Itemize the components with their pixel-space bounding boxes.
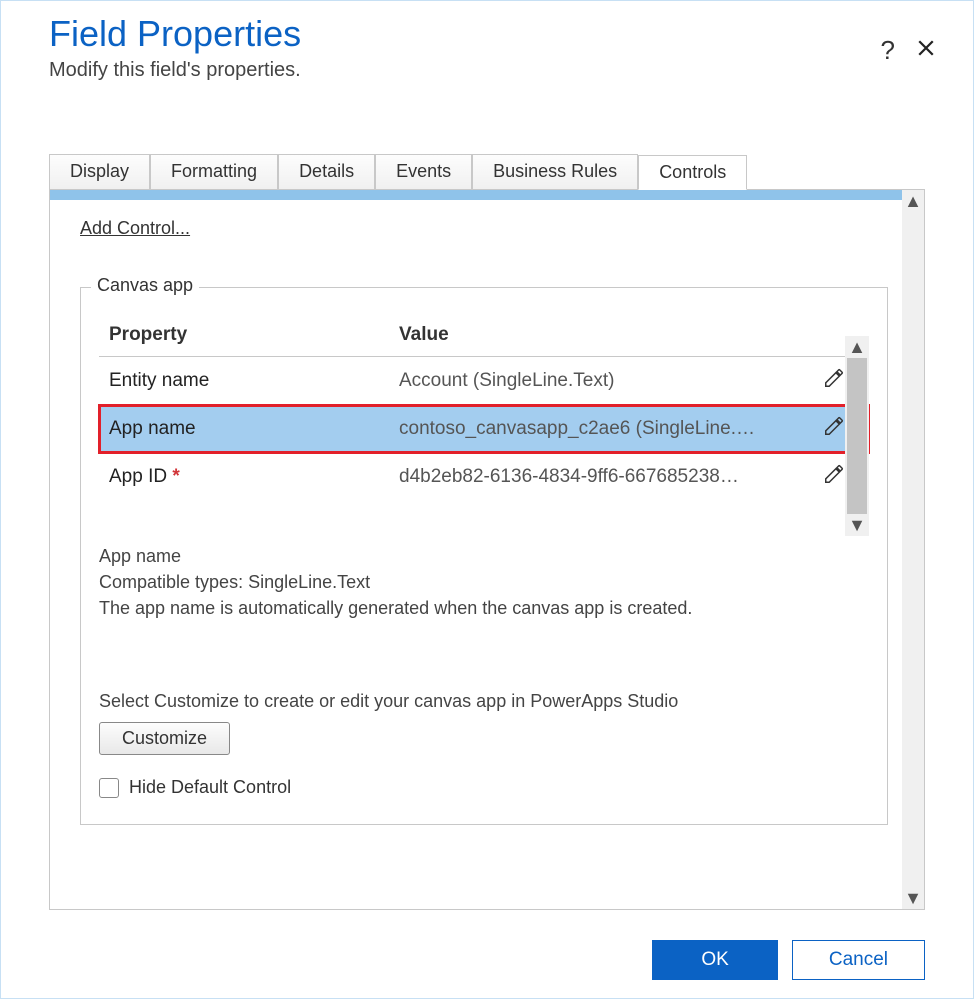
panel-scrollbar[interactable]: ▲ ▼ xyxy=(902,190,924,909)
description-line: The app name is automatically generated … xyxy=(99,595,869,621)
close-icon[interactable] xyxy=(917,39,935,62)
customize-hint: Select Customize to create or edit your … xyxy=(99,691,869,712)
canvas-app-fieldset: Canvas app Property Value Entity name Ac… xyxy=(80,287,888,825)
add-control-link[interactable]: Add Control... xyxy=(80,218,190,238)
dialog-title: Field Properties xyxy=(49,13,925,55)
help-icon[interactable]: ? xyxy=(881,35,895,66)
tab-business-rules[interactable]: Business Rules xyxy=(472,154,638,189)
column-header-value: Value xyxy=(399,324,809,346)
scroll-thumb[interactable] xyxy=(847,358,867,514)
property-name: App name xyxy=(109,418,196,439)
property-value: contoso_canvasapp_c2ae6 (SingleLine.… xyxy=(399,418,809,440)
fieldset-legend: Canvas app xyxy=(91,275,199,296)
scroll-up-icon[interactable]: ▲ xyxy=(902,190,924,212)
column-header-property: Property xyxy=(109,324,399,346)
ok-button[interactable]: OK xyxy=(652,940,777,980)
property-name: App ID xyxy=(109,466,167,487)
dialog-subtitle: Modify this field's properties. xyxy=(49,59,925,82)
tab-display[interactable]: Display xyxy=(49,154,150,189)
tab-formatting[interactable]: Formatting xyxy=(150,154,278,189)
required-asterisk: * xyxy=(172,466,179,487)
customize-button[interactable]: Customize xyxy=(99,722,230,755)
grid-scrollbar[interactable]: ▲ ▼ xyxy=(845,336,869,536)
property-row-entity-name[interactable]: Entity name Account (SingleLine.Text) xyxy=(99,357,869,405)
property-row-app-name[interactable]: App name contoso_canvasapp_c2ae6 (Single… xyxy=(99,405,869,453)
scroll-down-icon[interactable]: ▼ xyxy=(902,887,924,909)
tab-controls[interactable]: Controls xyxy=(638,155,747,190)
property-value: d4b2eb82-6136-4834-9ff6-667685238… xyxy=(399,466,809,488)
tab-details[interactable]: Details xyxy=(278,154,375,189)
selection-bar xyxy=(50,190,902,200)
hide-default-checkbox[interactable] xyxy=(99,778,119,798)
description-title: App name xyxy=(99,543,869,569)
hide-default-label: Hide Default Control xyxy=(129,777,291,798)
property-row-app-id[interactable]: App ID * d4b2eb82-6136-4834-9ff6-6676852… xyxy=(99,453,869,501)
property-value: Account (SingleLine.Text) xyxy=(399,370,809,392)
description-line: Compatible types: SingleLine.Text xyxy=(99,569,869,595)
cancel-button[interactable]: Cancel xyxy=(792,940,925,980)
scroll-down-icon[interactable]: ▼ xyxy=(845,514,869,536)
property-grid: Property Value Entity name Account (Sing… xyxy=(99,306,869,501)
tab-events[interactable]: Events xyxy=(375,154,472,189)
tabstrip: Display Formatting Details Events Busine… xyxy=(49,154,925,190)
scroll-up-icon[interactable]: ▲ xyxy=(845,336,869,358)
property-name: Entity name xyxy=(109,370,209,391)
